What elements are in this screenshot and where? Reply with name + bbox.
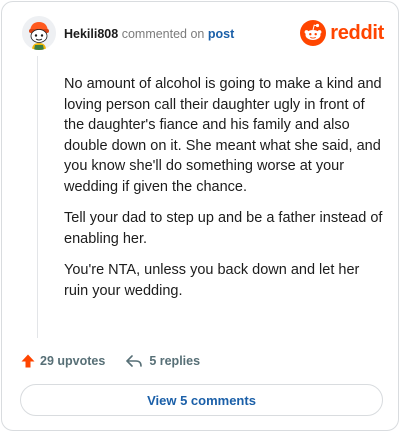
brand-wordmark: reddit <box>330 21 384 44</box>
reply-arrow-icon <box>126 355 143 367</box>
comment-paragraph: No amount of alcohol is going to make a … <box>64 76 382 195</box>
upvote-count: 29 upvotes <box>40 354 106 368</box>
post-link[interactable]: post <box>208 27 234 41</box>
view-comments-button[interactable]: View 5 comments <box>20 384 383 416</box>
reply-count: 5 replies <box>149 354 201 368</box>
comment-actions: 29 upvotes 5 replies <box>20 350 200 372</box>
comment-card: Hekili808 commented on post reddit No am… <box>1 1 399 431</box>
comment-body: No amount of alcohol is going to make a … <box>64 74 386 312</box>
upvote-arrow-icon <box>21 354 35 368</box>
comment-paragraph: Tell your dad to step up and be a father… <box>64 210 383 247</box>
comment-paragraph: You're NTA, unless you back down and let… <box>64 262 360 299</box>
upvote-button[interactable]: 29 upvotes <box>20 353 105 369</box>
comment-header: Hekili808 commented on post reddit <box>22 16 384 52</box>
reddit-logo-icon <box>300 20 327 46</box>
comment-meta: Hekili808 commented on post <box>64 27 234 41</box>
reddit-brand[interactable]: reddit <box>300 19 384 47</box>
thread-line <box>37 56 38 338</box>
view-comments-label: View 5 comments <box>147 392 256 408</box>
user-avatar-icon[interactable] <box>22 16 56 50</box>
replies-button[interactable]: 5 replies <box>125 353 200 369</box>
username-link[interactable]: Hekili808 <box>64 27 118 41</box>
comment-action-text: commented on <box>121 27 205 41</box>
